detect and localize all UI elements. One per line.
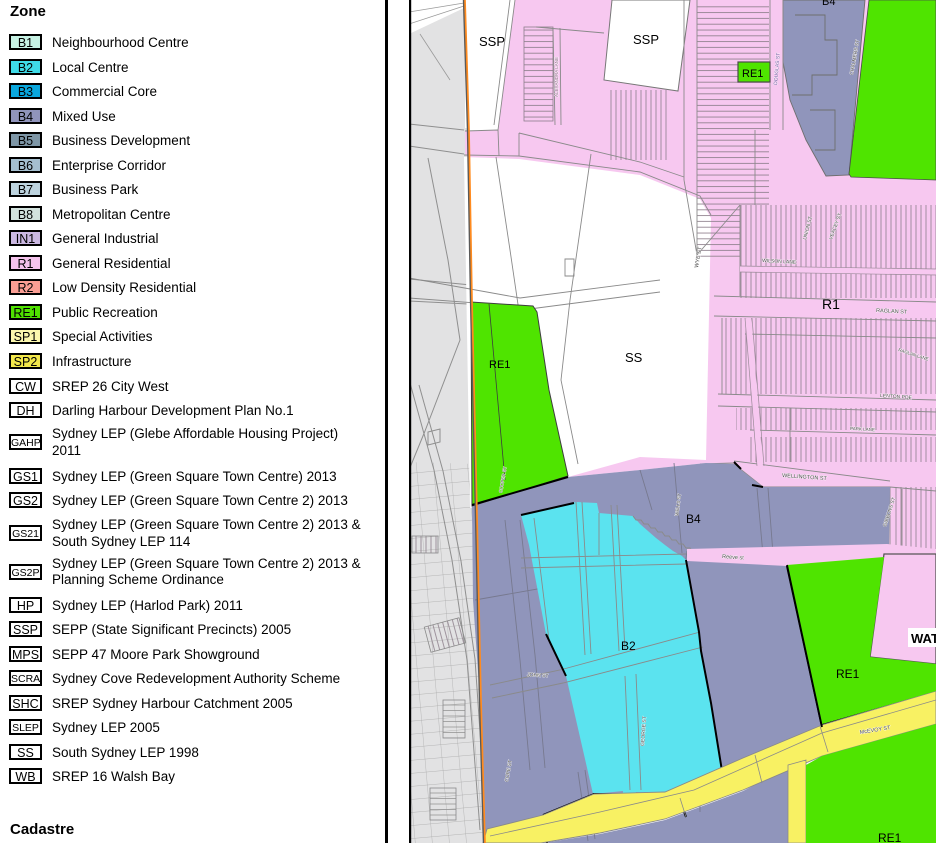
svg-text:B2: B2	[621, 639, 636, 653]
svg-text:SSP: SSP	[633, 32, 659, 47]
svg-text:RE1: RE1	[489, 359, 510, 371]
svg-text:R1: R1	[822, 296, 840, 312]
svg-text:WAT: WAT	[911, 631, 936, 646]
svg-text:RE1: RE1	[742, 68, 763, 80]
svg-text:B4: B4	[822, 0, 835, 8]
svg-text:SSP: SSP	[479, 34, 505, 49]
svg-text:B4: B4	[686, 512, 701, 526]
svg-text:RE1: RE1	[836, 667, 860, 681]
svg-text:SS: SS	[625, 350, 643, 365]
svg-text:ALEXANDRA LANE: ALEXANDRA LANE	[554, 57, 559, 97]
svg-text:RE1: RE1	[878, 831, 902, 843]
